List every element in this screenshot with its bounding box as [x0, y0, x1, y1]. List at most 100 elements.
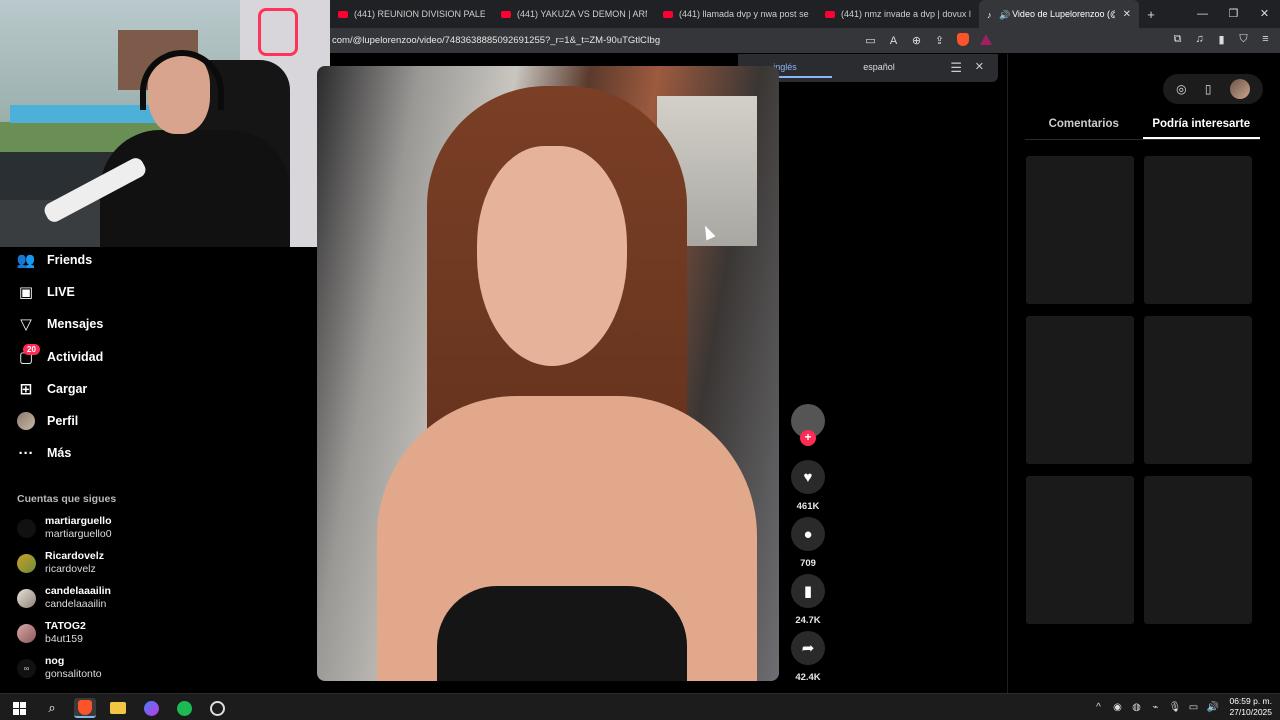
nav-profile[interactable]: Perfil [17, 409, 78, 433]
target-language-tab[interactable]: español [832, 54, 926, 82]
following-account[interactable]: candelaaailin candelaaailin [17, 583, 111, 613]
maximize-button[interactable]: ❐ [1218, 0, 1249, 28]
close-window-button[interactable]: ✕ [1249, 0, 1280, 28]
heart-icon[interactable]: ♥ [791, 460, 825, 494]
translate-menu-icon[interactable]: ☰ [950, 60, 962, 76]
tab-title: Video de Lupelorenzoo (@lu [1012, 9, 1115, 19]
url-text[interactable]: com/@lupelorenzoo/video/7483638885092691… [330, 35, 850, 46]
volume-icon[interactable]: 🔊 [1206, 702, 1218, 713]
comment-count: 709 [800, 558, 816, 569]
audio-playing-icon[interactable]: 🔊 [999, 10, 1010, 20]
phone-icon[interactable]: ▯ [1205, 82, 1212, 96]
zoom-icon[interactable]: ⊕ [910, 34, 923, 47]
media-icon[interactable]: ♫ [1193, 33, 1206, 46]
nav-activity[interactable]: ▢ 20 Actividad [17, 344, 103, 369]
following-account[interactable]: martiarguello martiarguello0 [17, 513, 112, 543]
nav-label: Perfil [47, 414, 79, 428]
video-subject-top [437, 586, 687, 681]
taskbar-obs[interactable] [206, 698, 228, 718]
browser-tab[interactable]: (441) REUNION DIVISION PALERMO [330, 0, 493, 28]
search-icon[interactable]: ⌕ [41, 698, 63, 718]
video-thumbnail[interactable] [1144, 316, 1252, 464]
mic-icon[interactable]: 🎙 [1168, 702, 1181, 713]
nav-more[interactable]: ··· Más [17, 441, 72, 465]
taskbar-file-explorer[interactable] [107, 698, 129, 718]
compass-icon[interactable]: ◎ [1176, 82, 1186, 96]
start-button[interactable] [8, 698, 30, 718]
usb-icon[interactable]: ⌁ [1149, 702, 1161, 713]
video-thumbnail[interactable] [1026, 476, 1134, 624]
video-player[interactable] [317, 66, 779, 681]
browser-tab[interactable]: (441) llamada dvp y nwa post secue [655, 0, 817, 28]
browser-tab[interactable]: (441) nmz invade a dvp | dovux life [817, 0, 979, 28]
following-account[interactable]: ∞ nog gonsalitonto [17, 653, 102, 683]
address-bar[interactable]: com/@lupelorenzoo/video/7483638885092691… [330, 28, 1280, 53]
like-count: 461K [796, 501, 820, 512]
nav-messages[interactable]: ▽ Mensajes [17, 312, 103, 336]
system-tray: ^ ◉ ◍ ⌁ 🎙 ▭ 🔊 06:59 p. m. 27/10/2025 [1092, 696, 1272, 718]
tab-title: (441) llamada dvp y nwa post secue [679, 9, 809, 19]
neon-sign [258, 8, 298, 56]
nav-upload[interactable]: ⊞ Cargar [17, 377, 88, 401]
bookmark-icon[interactable]: ▮ [791, 574, 825, 608]
taskbar-app[interactable] [140, 698, 162, 718]
comment-icon[interactable]: ● [791, 517, 825, 551]
clock[interactable]: 06:59 p. m. 27/10/2025 [1229, 696, 1272, 718]
nav-friends[interactable]: 👥 Friends [16, 248, 93, 272]
network-icon[interactable]: ▭ [1187, 702, 1199, 713]
brave-shields-icon[interactable] [956, 32, 969, 49]
new-tab-button[interactable]: + [1139, 7, 1163, 22]
translate-close-icon[interactable]: ✕ [975, 60, 984, 73]
account-avatar: ∞ [17, 658, 36, 678]
menu-icon[interactable]: ≡ [1259, 33, 1272, 46]
tab-recommended[interactable]: Podría interesarte [1142, 110, 1260, 139]
browser-tab[interactable]: (441) YAKUZA VS DEMON | ARM4S [493, 0, 655, 28]
following-account: Ricardovelz ricardovelz [45, 550, 104, 576]
taskbar-spotify[interactable] [173, 698, 195, 718]
nav-live[interactable]: ▣ LIVE [17, 280, 75, 304]
cast-icon[interactable]: ▭ [864, 34, 877, 47]
video-thumbnail[interactable] [1144, 156, 1252, 304]
screenshot-icon[interactable]: ⧉ [1171, 33, 1184, 46]
tray-overflow-icon[interactable]: ^ [1092, 702, 1104, 713]
account-handle: candelaaailin [45, 598, 107, 610]
nav-label: Más [47, 446, 72, 460]
sidebar-icon[interactable]: ▮ [1215, 33, 1228, 46]
share-action[interactable]: ➦ 42.4K [791, 631, 825, 683]
left-sidebar: 👥 Friends ▣ LIVE ▽ Mensajes ▢ 20 Activida… [0, 247, 317, 693]
user-avatar[interactable] [1229, 79, 1250, 99]
brave-rewards-icon[interactable] [979, 33, 992, 48]
app-icon [143, 700, 159, 716]
right-panel-tabs: Comentarios Podría interesarte [1025, 110, 1260, 140]
video-thumbnail[interactable] [1026, 316, 1134, 464]
following-account: martiarguello martiarguello0 [45, 515, 112, 541]
nav-item [17, 412, 35, 430]
close-tab-icon[interactable]: ✕ [1123, 9, 1131, 20]
friends-icon: 👥 [16, 252, 36, 269]
follow-button[interactable]: + [800, 430, 816, 446]
share-arrow-icon[interactable]: ➦ [791, 631, 825, 665]
toolbar-right: ⧉ ♫ ▮ ⛉ ≡ [1171, 33, 1272, 46]
following-heading: Cuentas que sigues [17, 493, 117, 505]
account-avatar [17, 588, 36, 608]
video-thumbnail[interactable] [1144, 476, 1252, 624]
comment-action[interactable]: ● 709 [791, 517, 825, 569]
like-action[interactable]: ♥ 461K [791, 460, 825, 512]
windows-icon [12, 701, 26, 715]
tab-title: (441) YAKUZA VS DEMON | ARM4S [517, 9, 647, 19]
discord-icon[interactable]: ◍ [1130, 702, 1142, 713]
share-icon[interactable]: ⇪ [933, 34, 946, 47]
tab-comments[interactable]: Comentarios [1025, 110, 1143, 139]
browser-tab-active[interactable]: ♪ 🔊 Video de Lupelorenzoo (@lu ✕ [979, 0, 1139, 28]
save-action[interactable]: ▮ 24.7K [791, 574, 825, 626]
minimize-button[interactable]: — [1187, 0, 1218, 28]
video-thumbnail[interactable] [1026, 156, 1134, 304]
translate-icon[interactable]: A [887, 35, 900, 47]
following-account[interactable]: Ricardovelz ricardovelz [17, 548, 104, 578]
following-account[interactable]: TATOG2 b4ut159 [17, 618, 86, 648]
taskbar-brave[interactable] [74, 698, 96, 718]
tab-title: (441) REUNION DIVISION PALERMO [354, 9, 485, 19]
nav-label: Friends [47, 253, 93, 267]
steam-icon[interactable]: ◉ [1111, 702, 1123, 713]
vpn-icon[interactable]: ⛉ [1237, 33, 1250, 46]
